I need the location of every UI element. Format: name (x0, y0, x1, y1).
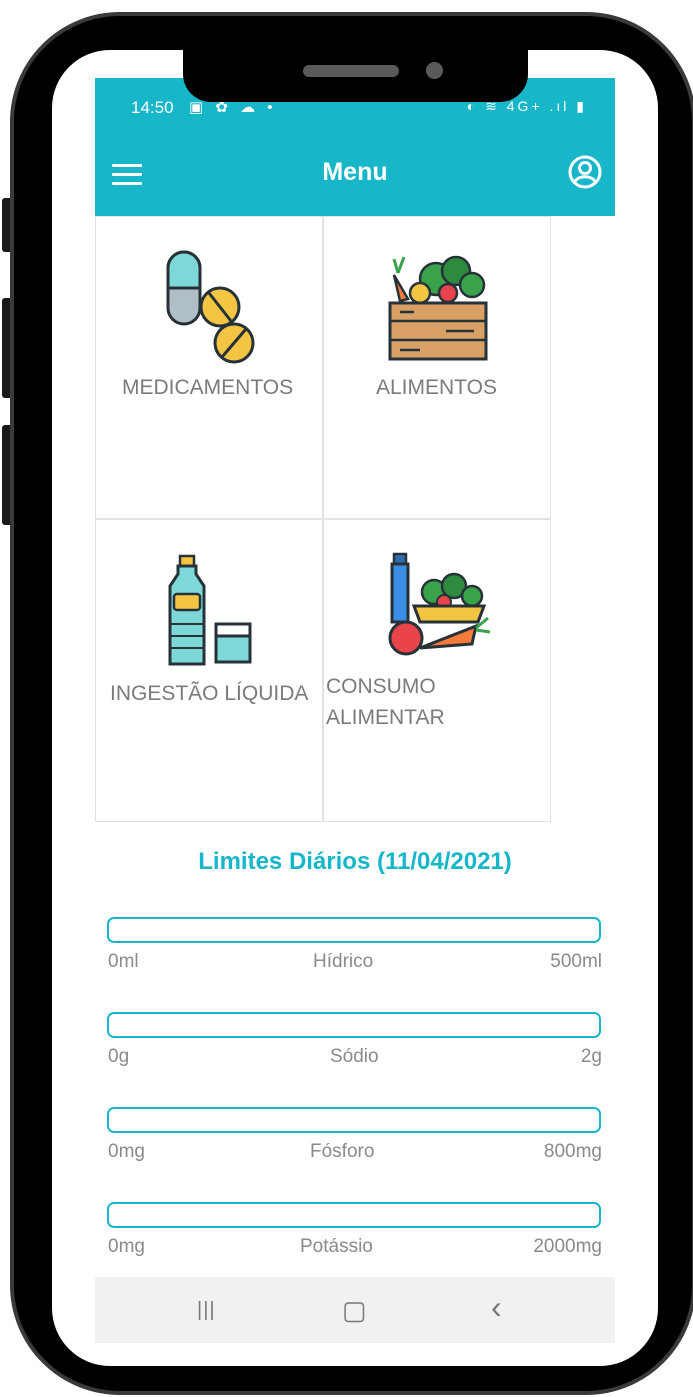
menu-item-label-line2: ALIMENTAR (326, 706, 445, 729)
menu-item-label: INGESTÃO LÍQUIDA (110, 682, 309, 705)
user-circle-icon[interactable] (567, 154, 603, 190)
vegetable-crate-icon (388, 255, 488, 361)
progress-bar (107, 1012, 601, 1038)
progress-bar (107, 917, 601, 943)
limit-max-label: 800mg (543, 1141, 602, 1162)
page-title: Menu (322, 158, 388, 186)
water-bottle-glass-icon (168, 554, 252, 666)
limit-name-label: Potássio (300, 1236, 373, 1257)
menu-grid: MEDICAMENTOS ALIMENTOS INGESTÃO LÍQUIDA … (95, 216, 552, 822)
limit-name-label: Fósforo (310, 1141, 375, 1162)
menu-item-label: ALIMENTOS (376, 376, 497, 399)
phone-notch (183, 40, 528, 102)
pills-icon (166, 250, 255, 364)
back-button[interactable]: ‹ (491, 1289, 502, 1326)
limit-max-label: 2000mg (533, 1236, 602, 1257)
limit-name-label: Sódio (330, 1046, 379, 1067)
daily-limits-title: Limites Diários (11/04/2021) (198, 848, 512, 875)
home-button[interactable]: ▢ (342, 1295, 367, 1326)
limit-name-label: Hídrico (313, 951, 374, 972)
menu-item-ingestao-liquida[interactable]: INGESTÃO LÍQUIDA (95, 519, 323, 822)
front-camera (426, 62, 443, 79)
limit-min-label: 0mg (108, 1141, 145, 1162)
progress-bar (107, 1202, 601, 1228)
limit-min-label: 0g (108, 1046, 130, 1067)
limit-min-label: 0ml (108, 951, 139, 972)
menu-item-medicamentos[interactable]: MEDICAMENTOS (95, 216, 323, 519)
progress-bar (107, 1107, 601, 1133)
menu-item-label-line1: CONSUMO (326, 675, 436, 698)
speaker-grille (303, 65, 399, 77)
food-consumption-icon (388, 552, 491, 656)
limit-min-label: 0mg (108, 1236, 145, 1257)
menu-item-alimentos[interactable]: ALIMENTOS (323, 216, 551, 519)
recent-apps-button[interactable]: ||| (197, 1299, 216, 1322)
status-time: 14:50 (131, 98, 174, 117)
system-nav-bar: ||| ▢ ‹ (95, 1277, 615, 1343)
menu-item-consumo-alimentar[interactable]: CONSUMO ALIMENTAR (323, 519, 551, 822)
limit-max-label: 2g (580, 1046, 602, 1067)
menu-item-label: MEDICAMENTOS (122, 376, 294, 399)
limit-max-label: 500ml (550, 951, 602, 972)
